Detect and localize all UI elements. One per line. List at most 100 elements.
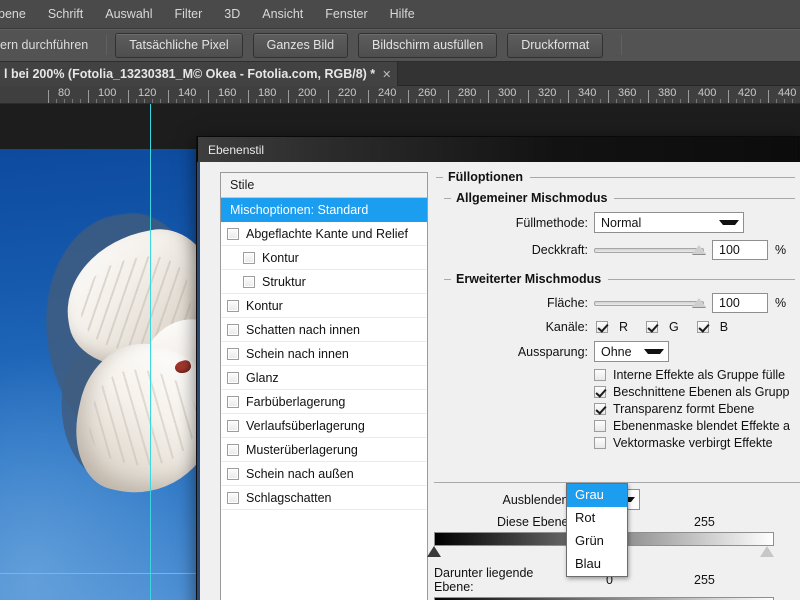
style-enable-checkbox[interactable] bbox=[227, 395, 239, 408]
channel-r[interactable]: R bbox=[596, 320, 628, 334]
knockout-select[interactable]: Ohne bbox=[594, 341, 669, 362]
advanced-blend-checkbox[interactable]: Interne Effekte als Gruppe fülle bbox=[594, 368, 795, 382]
advanced-blend-checkbox-box[interactable] bbox=[594, 403, 606, 415]
ruler-tick bbox=[88, 90, 89, 103]
print-size-button[interactable]: Druckformat bbox=[507, 32, 604, 58]
dropdown-option[interactable]: Blau bbox=[567, 553, 627, 576]
ruler-minor-tick bbox=[320, 99, 321, 103]
opacity-input[interactable]: 100 bbox=[712, 240, 768, 260]
close-icon[interactable]: ✕ bbox=[382, 68, 391, 81]
style-enable-checkbox[interactable] bbox=[227, 467, 239, 480]
ruler-minor-tick bbox=[376, 99, 377, 103]
style-list-item[interactable]: Glanz bbox=[221, 366, 427, 390]
menu-item-filter[interactable]: Filter bbox=[164, 0, 214, 29]
layer-style-dialog: Ebenenstil Stile Mischoptionen: Standard… bbox=[196, 136, 800, 600]
advanced-blend-checkbox-box[interactable] bbox=[594, 386, 606, 398]
dropdown-option[interactable]: Rot bbox=[567, 507, 627, 530]
advanced-blend-checkbox[interactable]: Transparenz formt Ebene bbox=[594, 402, 795, 416]
menu-item-schrift[interactable]: Schrift bbox=[37, 0, 94, 29]
vertical-guide[interactable] bbox=[150, 104, 151, 600]
fit-screen-button[interactable]: Ganzes Bild bbox=[252, 32, 349, 58]
this-layer-white-handle[interactable] bbox=[760, 546, 774, 557]
ruler-minor-tick bbox=[216, 99, 217, 103]
style-enable-checkbox[interactable] bbox=[227, 347, 239, 360]
channel-r-checkbox[interactable] bbox=[596, 321, 608, 333]
horizontal-guide[interactable] bbox=[0, 573, 214, 574]
dialog-title-bar[interactable]: Ebenenstil bbox=[197, 136, 799, 162]
menu-item-auswahl[interactable]: Auswahl bbox=[94, 0, 163, 29]
channel-b-checkbox[interactable] bbox=[696, 321, 709, 333]
advanced-blend-checkbox-list: Interne Effekte als Gruppe fülle Beschnit… bbox=[594, 368, 795, 450]
actual-pixels-button[interactable]: Tatsächliche Pixel bbox=[115, 32, 243, 58]
ruler-label: 280 bbox=[458, 87, 477, 99]
style-enable-checkbox[interactable] bbox=[227, 443, 239, 456]
document-image[interactable] bbox=[0, 149, 214, 600]
style-enable-checkbox[interactable] bbox=[227, 371, 239, 384]
fill-screen-button[interactable]: Bildschirm ausfüllen bbox=[358, 32, 498, 58]
chevron-down-icon bbox=[644, 349, 664, 354]
ruler-minor-tick bbox=[496, 99, 497, 103]
style-enable-checkbox[interactable] bbox=[227, 227, 239, 240]
style-list-item[interactable]: Schein nach innen bbox=[221, 342, 427, 366]
blend-if-dropdown-list[interactable]: Grau Rot Grün Blau bbox=[566, 483, 628, 577]
style-enable-checkbox[interactable] bbox=[227, 299, 239, 312]
document-tab[interactable]: l bei 200% (Fotolia_13230381_M© Okea - F… bbox=[0, 62, 399, 86]
ruler-minor-tick bbox=[80, 99, 81, 103]
opacity-slider-thumb[interactable] bbox=[692, 245, 706, 254]
style-list-item[interactable]: Verlaufsüberlagerung bbox=[221, 414, 427, 438]
style-enable-checkbox[interactable] bbox=[243, 275, 255, 288]
opacity-label: Deckkraft: bbox=[531, 243, 588, 257]
style-list-item[interactable]: Kontur bbox=[221, 294, 427, 318]
channels-label: Kanäle: bbox=[545, 320, 588, 334]
ruler-minor-tick bbox=[432, 99, 433, 103]
style-list-item[interactable]: Schatten nach innen bbox=[221, 318, 427, 342]
fill-opacity-input[interactable]: 100 bbox=[712, 293, 768, 313]
style-list-item[interactable]: Schein nach außen bbox=[221, 462, 427, 486]
advanced-blend-checkbox[interactable]: Beschnittene Ebenen als Grupp bbox=[594, 385, 795, 399]
style-enable-checkbox[interactable] bbox=[227, 491, 239, 504]
advanced-blend-checkbox-box[interactable] bbox=[594, 369, 606, 381]
dropdown-option[interactable]: Grün bbox=[567, 530, 627, 553]
menu-item-ansicht[interactable]: Ansicht bbox=[251, 0, 314, 29]
style-list-item[interactable]: Kontur bbox=[221, 246, 427, 270]
menu-item-fenster[interactable]: Fenster bbox=[314, 0, 378, 29]
style-enable-checkbox[interactable] bbox=[227, 323, 239, 336]
style-list-item[interactable]: Schlagschatten bbox=[221, 486, 427, 510]
style-list-item[interactable]: Struktur bbox=[221, 270, 427, 294]
ruler-minor-tick bbox=[136, 99, 137, 103]
ruler-minor-tick bbox=[400, 99, 401, 103]
this-layer-black-handle[interactable] bbox=[427, 546, 441, 557]
ruler-minor-tick bbox=[680, 99, 681, 103]
ruler-label: 200 bbox=[298, 87, 317, 99]
style-list-item[interactable]: Abgeflachte Kante und Relief bbox=[221, 222, 427, 246]
menu-item-hilfe[interactable]: Hilfe bbox=[379, 0, 426, 29]
ruler-minor-tick bbox=[504, 99, 505, 103]
advanced-blend-checkbox[interactable]: Ebenenmaske blendet Effekte a bbox=[594, 419, 795, 433]
style-list-item-label: Verlaufsüberlagerung bbox=[246, 418, 365, 433]
style-list-item[interactable]: Farbüberlagerung bbox=[221, 390, 427, 414]
styles-panel: Stile Mischoptionen: Standard Abgeflachte… bbox=[220, 172, 428, 600]
fill-opacity-slider[interactable] bbox=[594, 296, 706, 310]
menu-item-3d[interactable]: 3D bbox=[213, 0, 251, 29]
dropdown-option[interactable]: Grau bbox=[567, 484, 627, 507]
style-enable-checkbox[interactable] bbox=[227, 419, 239, 432]
ruler-minor-tick bbox=[712, 99, 713, 103]
blend-mode-select[interactable]: Normal bbox=[594, 212, 744, 233]
style-list-item-label: Abgeflachte Kante und Relief bbox=[246, 226, 408, 241]
advanced-blend-checkbox[interactable]: Vektormaske verbirgt Effekte bbox=[594, 436, 795, 450]
opacity-slider[interactable] bbox=[594, 243, 706, 257]
style-enable-checkbox[interactable] bbox=[243, 251, 255, 264]
fill-opacity-slider-thumb[interactable] bbox=[692, 298, 706, 307]
style-list-item[interactable]: Mischoptionen: Standard bbox=[221, 198, 427, 222]
underlying-layer-max: 255 bbox=[694, 573, 715, 587]
advanced-blend-checkbox-box[interactable] bbox=[594, 437, 606, 449]
blend-mode-value: Normal bbox=[601, 215, 642, 230]
advanced-blend-checkbox-box[interactable] bbox=[594, 420, 606, 432]
ruler-minor-tick bbox=[752, 99, 753, 103]
style-list-item[interactable]: Musterüberlagerung bbox=[221, 438, 427, 462]
channel-b[interactable]: B bbox=[696, 320, 728, 334]
channel-g[interactable]: G bbox=[646, 320, 679, 334]
channel-g-checkbox[interactable] bbox=[646, 321, 659, 333]
menu-item-ebene[interactable]: bene bbox=[0, 0, 37, 29]
horizontal-ruler[interactable]: 80 100 120 140 160 180 200 220 240 260 280 300 320 34… bbox=[0, 86, 800, 104]
